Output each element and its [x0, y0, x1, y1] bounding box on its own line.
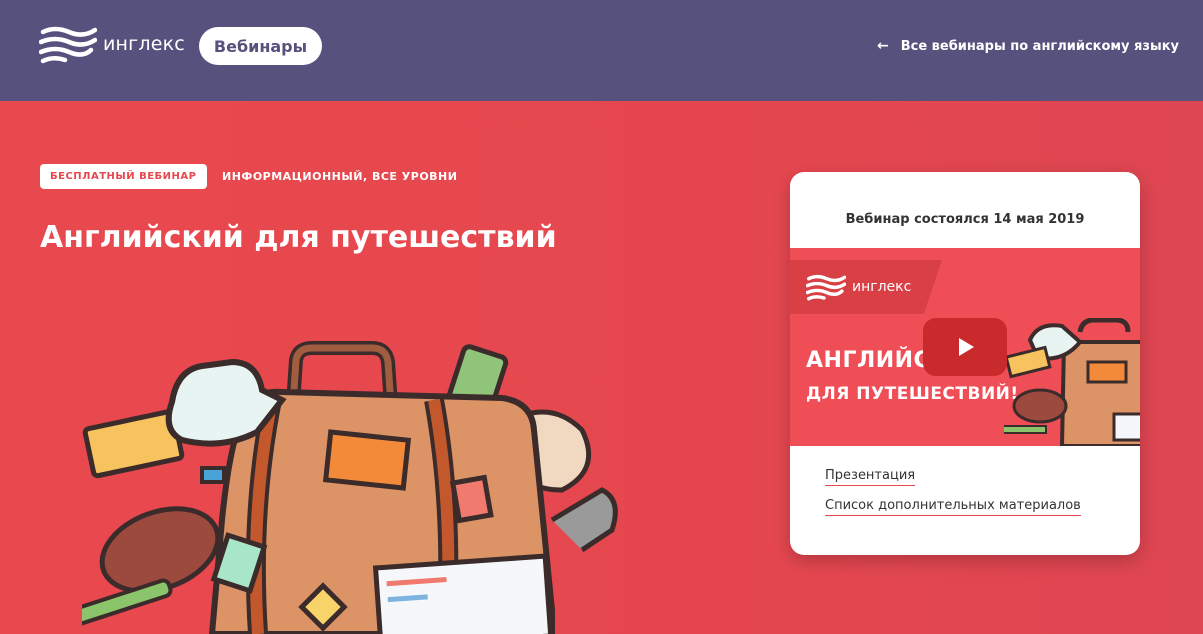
logo-text: инглекс: [103, 33, 185, 55]
all-webinars-label: Все вебинары по английскому языку: [900, 38, 1179, 54]
page-title: Английский для путешествий: [40, 220, 557, 255]
webinar-card: Вебинар состоялся 14 мая 2019 инглекс АН…: [790, 172, 1140, 555]
suitcase-illustration: [82, 341, 618, 634]
sticker-orange: [322, 429, 412, 491]
play-icon: [959, 338, 974, 356]
video-logo-band: инглекс: [790, 260, 942, 314]
sticker-pink: [449, 474, 494, 524]
webinar-date: Вебинар состоялся 14 мая 2019: [845, 212, 1085, 227]
level-label: ИНФОРМАЦИОННЫЙ, ВСЕ УРОВНИ: [222, 170, 458, 183]
video-preview[interactable]: инглекс АНГЛИЙСК ДЛЯ ПУТЕШЕСТВИЙ!: [790, 248, 1140, 446]
golf-club-icon: [550, 487, 618, 553]
free-webinar-badge: БЕСПЛАТНЫЙ ВЕБИНАР: [40, 164, 207, 189]
inglex-logo[interactable]: инглекс: [39, 24, 185, 64]
webinars-button[interactable]: Вебинары: [199, 27, 322, 65]
arrow-left-icon: ←: [876, 38, 889, 54]
inglex-logo-icon: [806, 274, 846, 301]
boarding-ticket: [372, 553, 554, 634]
all-webinars-link[interactable]: ← Все вебинары по английскому языку: [877, 38, 1179, 54]
video-suitcase-thumbnail: [1004, 318, 1140, 446]
presentation-link[interactable]: Презентация: [825, 468, 916, 486]
site-header: инглекс Вебинары ← Все вебинары по англи…: [0, 0, 1203, 101]
inglex-logo-icon: [39, 26, 97, 64]
play-button[interactable]: [923, 318, 1007, 376]
hat-band: [200, 466, 226, 484]
video-title-line2: ДЛЯ ПУТЕШЕСТВИЙ!: [806, 384, 1019, 404]
materials-link[interactable]: Список дополнительных материалов: [825, 498, 1081, 516]
video-logo-text: инглекс: [852, 279, 912, 295]
